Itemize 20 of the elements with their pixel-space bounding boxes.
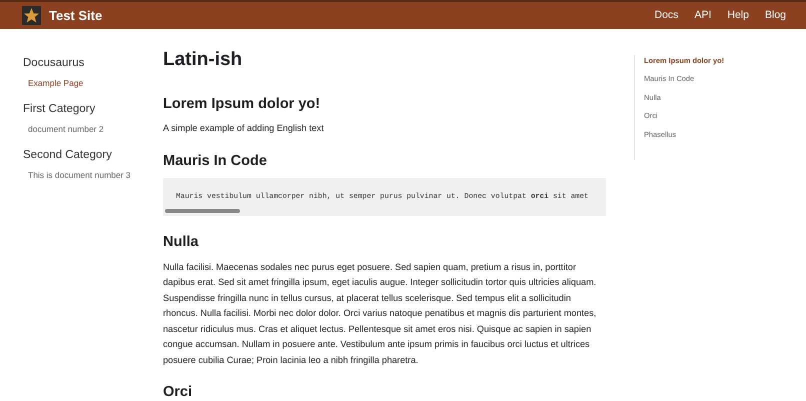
section-heading: Mauris In Code: [163, 152, 268, 170]
sidebar-item[interactable]: document number 2: [23, 122, 163, 136]
sidebar-category: First Category: [23, 102, 96, 117]
page-title: Latin-ish: [163, 49, 244, 72]
sidebar-item[interactable]: Example Page: [23, 76, 163, 90]
nav-link[interactable]: Docs: [654, 8, 678, 24]
site-title[interactable]: Test Site: [49, 6, 102, 26]
star-logo-icon: [22, 6, 41, 25]
sidebar-category: Second Category: [23, 148, 113, 163]
paragraph: Nulla facilisi. Maecenas sodales nec purus eget posuere. Sed sapien quam, pretium a risus in, porttitor dapibus erat. Sed sit amet fringilla ipsum, eget iaculis augue. Integer sollicitudin tortor quis ultricies aliquam. Suspendisse fringilla nunc in tellus cursus, at placerat tellus scelerisque. Sed tempus elit a sollicitudin rhoncus. Nulla facilisi. Morbi nec dolor dolor. Orci varius natoque penatibus et magnis dis parturient montes, nascetur ridiculus mus. Cras et aliquet lectus. Pellentesque sit amet eros nisi. Quisque ac sapien in sapien congue accumsan. Nullam in posuere ante. Vestibulum ante ipsum primis in faucibus orci luctus et ultrices posuere cubilia Curae; Proin lacinia leo a nibh fringilla pharetra.: [163, 260, 598, 367]
scrollbar-thumb[interactable]: [165, 209, 240, 214]
sidebar-category: Docusaurus: [23, 56, 86, 71]
section-heading: Nulla: [163, 234, 200, 252]
section-heading: Orci: [163, 384, 194, 401]
nav-link[interactable]: Blog: [764, 8, 786, 24]
nav-link[interactable]: Help: [727, 8, 749, 24]
paragraph: A simple example of adding English text: [163, 122, 325, 136]
nav-link[interactable]: API: [694, 8, 712, 24]
sidebar-item[interactable]: This is document number 3: [23, 168, 163, 182]
section-heading: Lorem Ipsum dolor yo!: [163, 96, 322, 114]
